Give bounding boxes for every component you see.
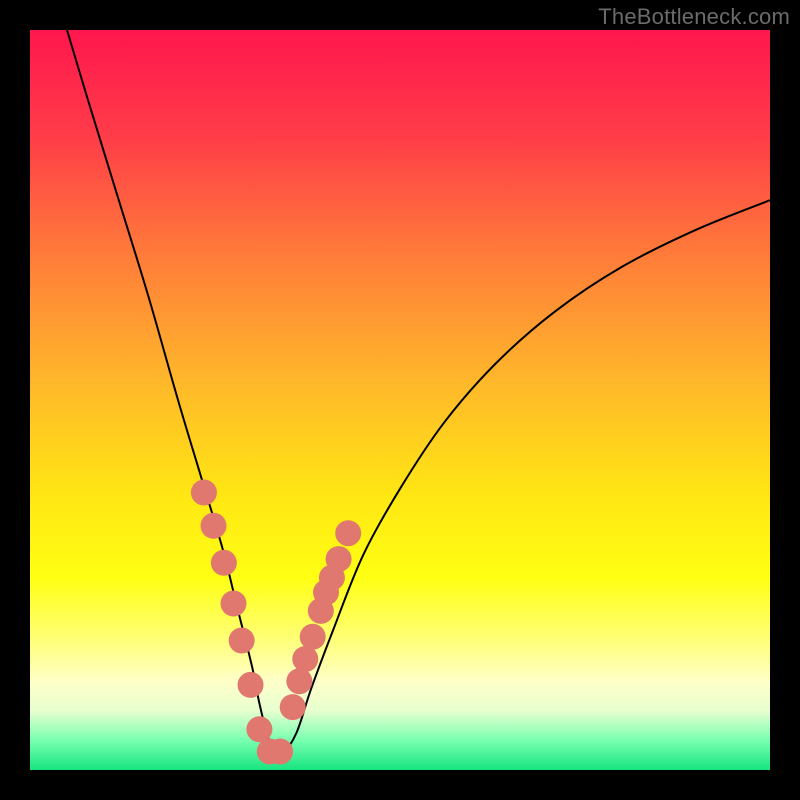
highlight-dot [201, 513, 227, 539]
highlight-dot [292, 646, 318, 672]
highlight-dot [221, 591, 247, 617]
plot-area [30, 30, 770, 770]
highlight-dot [191, 480, 217, 506]
highlight-dot [246, 716, 272, 742]
highlight-dot [211, 550, 237, 576]
highlight-dot [238, 672, 264, 698]
watermark-text: TheBottleneck.com [598, 4, 790, 30]
highlight-dot [280, 694, 306, 720]
chart-svg [30, 30, 770, 770]
highlight-dot [335, 520, 361, 546]
highlight-dot [326, 546, 352, 572]
highlight-dot [229, 628, 255, 654]
bottleneck-curve [67, 30, 770, 758]
highlight-dot [286, 668, 312, 694]
highlight-dot [267, 739, 293, 765]
highlight-dot [300, 624, 326, 650]
chart-frame: TheBottleneck.com [0, 0, 800, 800]
